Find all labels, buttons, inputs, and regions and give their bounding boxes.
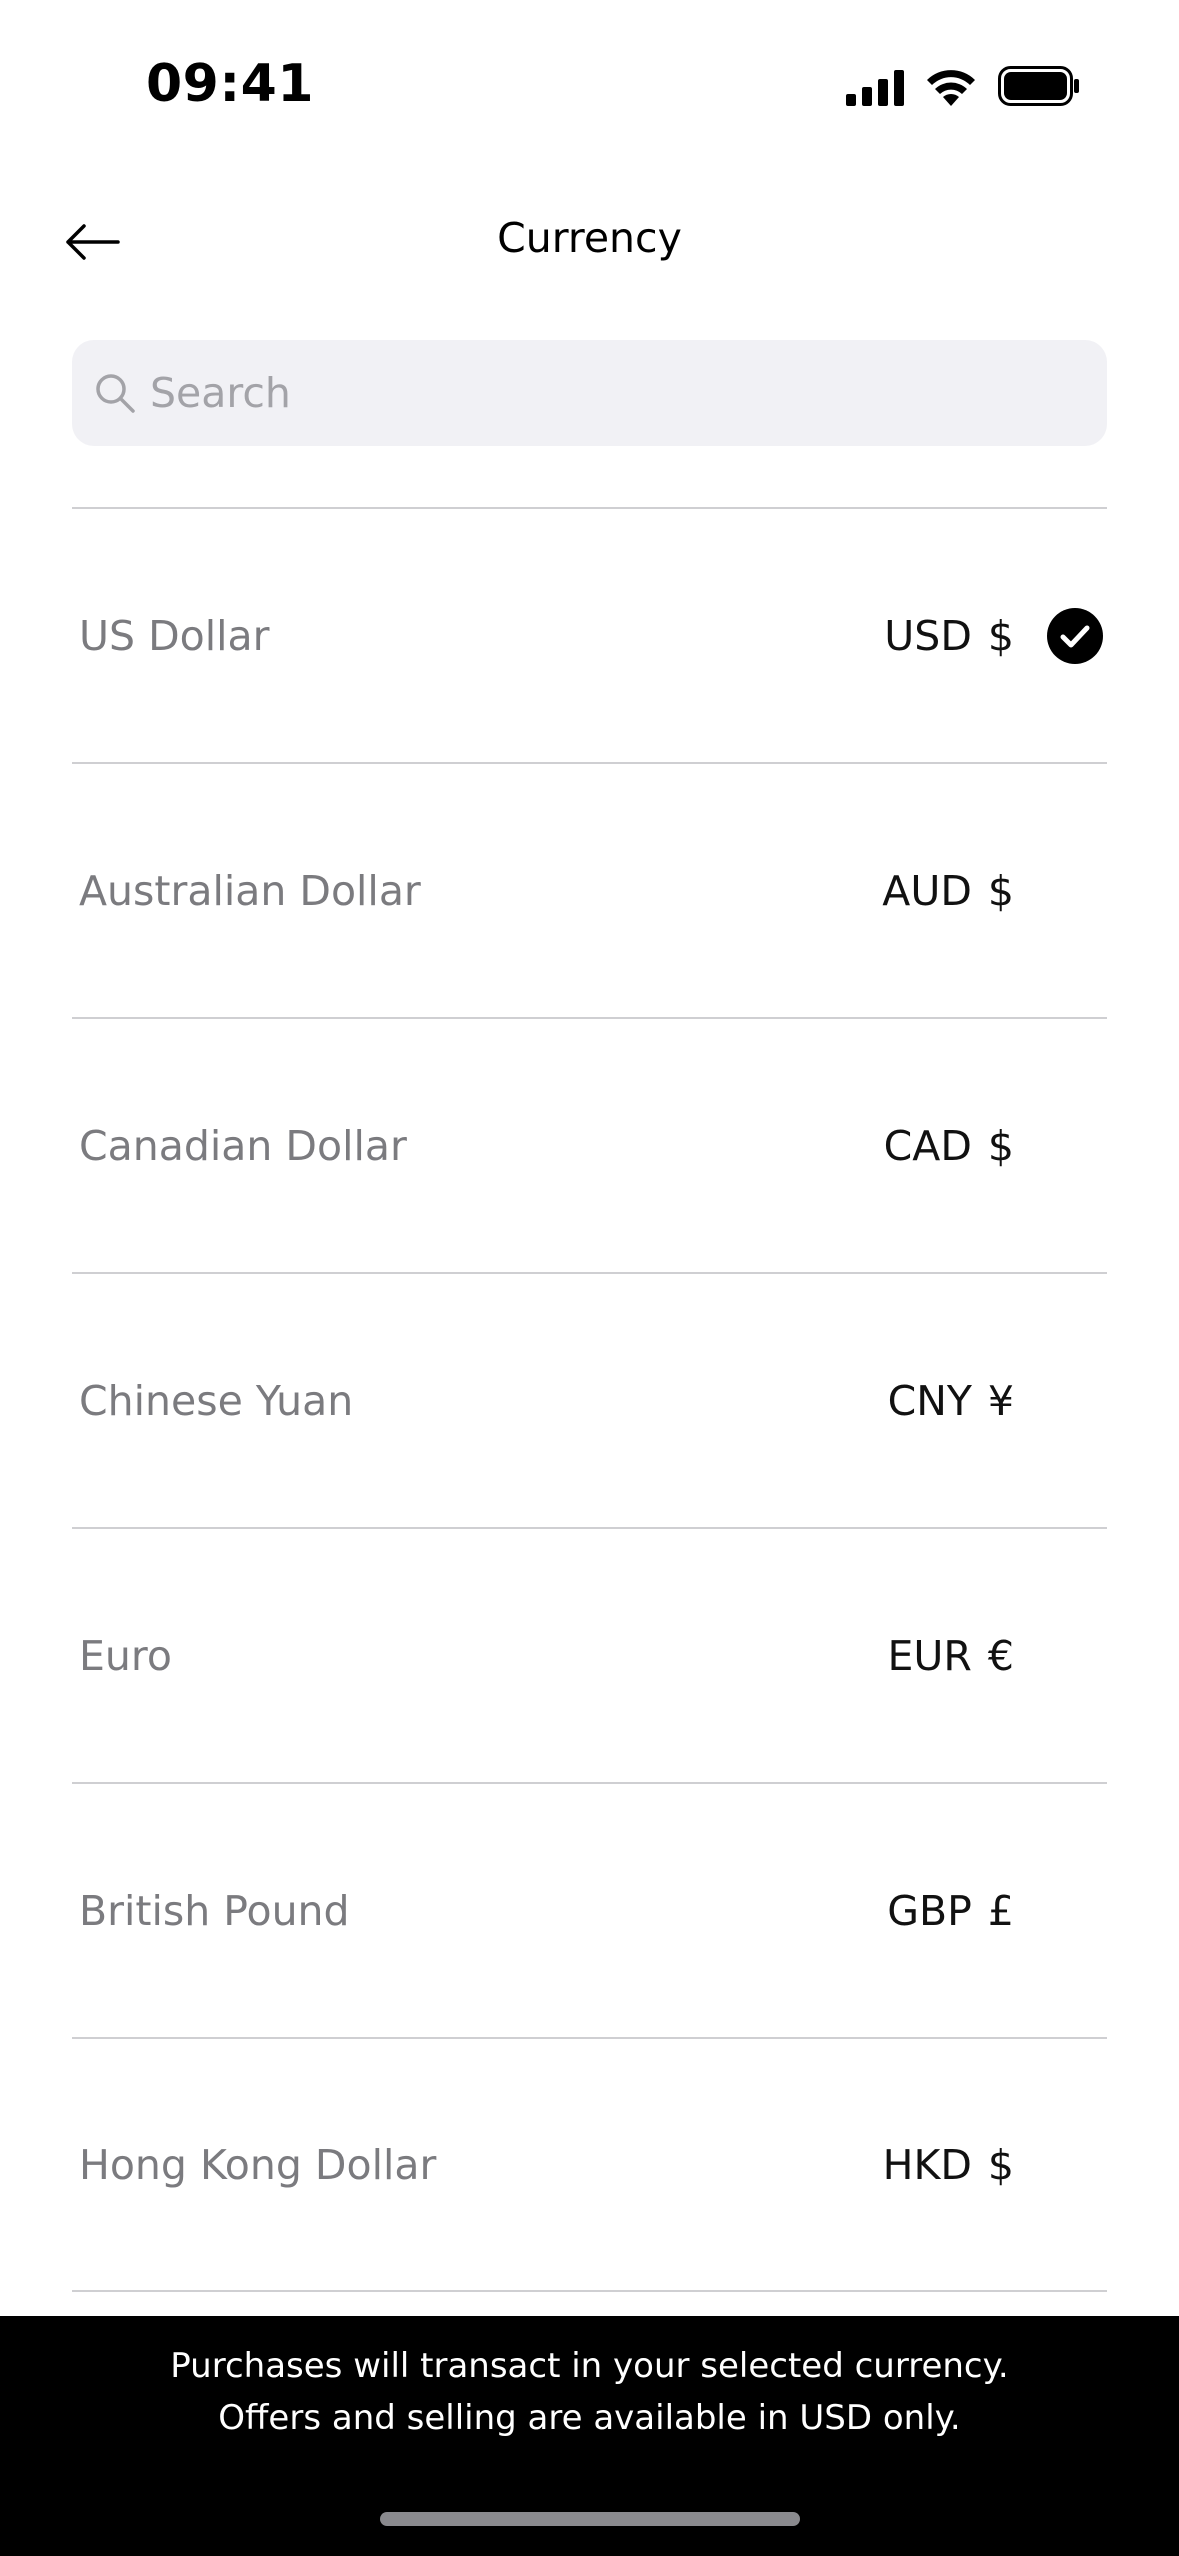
currency-row-gbp[interactable]: British Pound GBP £	[72, 1782, 1107, 2037]
status-time: 09:41	[146, 54, 315, 114]
currency-code: CNY ¥	[887, 1376, 1014, 1425]
notice-line-2: Offers and selling are available in USD …	[218, 2398, 961, 2438]
currency-row-cny[interactable]: Chinese Yuan CNY ¥	[72, 1272, 1107, 1527]
currency-symbol: $	[987, 866, 1014, 915]
currency-symbol: $	[987, 2140, 1014, 2189]
currency-row-eur[interactable]: Euro EUR €	[72, 1527, 1107, 1782]
currency-code: USD $	[884, 611, 1014, 660]
currency-symbol: €	[987, 1631, 1014, 1680]
currency-symbol: $	[987, 1121, 1014, 1170]
currency-code: HKD $	[882, 2140, 1014, 2189]
currency-code: AUD $	[882, 866, 1014, 915]
currency-symbol: $	[987, 611, 1014, 660]
currency-row-usd[interactable]: US Dollar USD $	[72, 507, 1107, 762]
currency-code: EUR €	[887, 1631, 1015, 1680]
search-input[interactable]	[150, 363, 1050, 423]
currency-name: Hong Kong Dollar	[79, 2140, 437, 2189]
currency-name: Canadian Dollar	[79, 1121, 407, 1170]
currency-row-cad[interactable]: Canadian Dollar CAD $	[72, 1017, 1107, 1272]
currency-name: British Pound	[79, 1886, 350, 1935]
currency-code: GBP £	[887, 1886, 1014, 1935]
currency-name: US Dollar	[79, 611, 270, 660]
currency-name: Australian Dollar	[79, 866, 421, 915]
currency-symbol: ¥	[987, 1376, 1014, 1425]
currency-list: US Dollar USD $ Australian Dollar AUD $ Ca…	[72, 507, 1107, 2292]
checkmark-circle-icon	[1047, 607, 1103, 664]
currency-name: Euro	[79, 1631, 172, 1680]
search-bar[interactable]	[72, 340, 1107, 446]
currency-symbol: £	[987, 1886, 1014, 1935]
currency-screen: 09:41 Currency Search US Dollar USD $ Au…	[0, 0, 1179, 2556]
status-icons	[844, 64, 1084, 110]
currency-row-aud[interactable]: Australian Dollar AUD $	[72, 762, 1107, 1017]
search-icon	[92, 370, 138, 416]
currency-name: Chinese Yuan	[79, 1376, 354, 1425]
home-indicator[interactable]	[380, 2512, 800, 2526]
currency-code: CAD $	[883, 1121, 1014, 1170]
currency-row-hkd[interactable]: Hong Kong Dollar HKD $	[72, 2037, 1107, 2292]
notice-text: Purchases will transact in your selected…	[0, 2340, 1179, 2444]
wifi-icon	[927, 70, 975, 106]
page-title: Currency	[497, 214, 682, 262]
notice-line-1: Purchases will transact in your selected…	[170, 2346, 1009, 2386]
battery-icon	[998, 66, 1079, 106]
cellular-signal-icon	[846, 70, 904, 106]
